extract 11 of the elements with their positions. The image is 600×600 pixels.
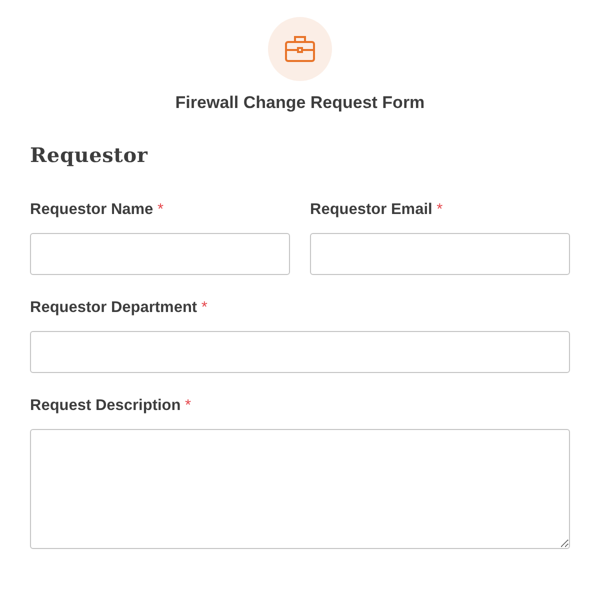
field-label: Requestor Name * — [30, 201, 165, 219]
field-label: Request Description * — [30, 397, 192, 415]
form-title: Firewall Change Request Form — [175, 93, 425, 113]
input-field[interactable] — [30, 429, 570, 549]
input-field[interactable] — [30, 233, 290, 275]
field-label: Requestor Email * — [310, 201, 444, 219]
input-field[interactable] — [310, 233, 570, 275]
briefcase-icon — [284, 35, 316, 63]
section-heading: Requestor — [30, 143, 149, 167]
input-field[interactable] — [30, 331, 570, 373]
field-label: Requestor Department * — [30, 299, 208, 317]
